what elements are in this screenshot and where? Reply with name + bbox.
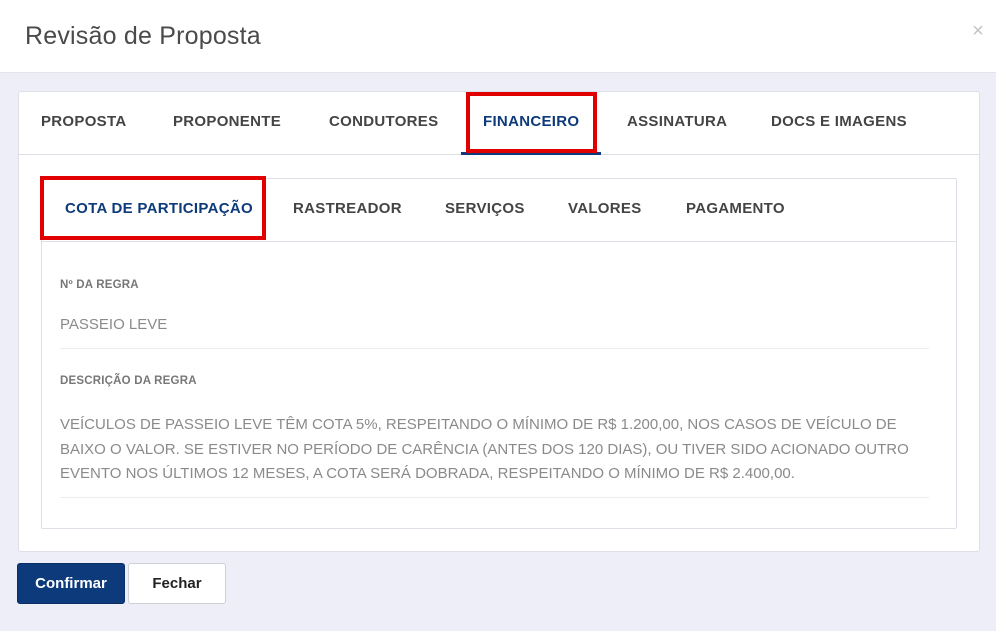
tab-label: COTA DE PARTICIPAÇÃO (65, 200, 253, 217)
modal-title: Revisão de Proposta (25, 22, 261, 50)
tab-label: PROPONENTE (173, 113, 282, 130)
tab-valores[interactable]: VALORES (568, 179, 642, 242)
tab-label: SERVIÇOS (445, 200, 525, 217)
modal-header: Revisão de Proposta × (0, 0, 996, 73)
tab-label: PROPOSTA (41, 113, 127, 130)
field-divider (60, 497, 929, 498)
tab-docs-e-imagens[interactable]: DOCS E IMAGENS (771, 92, 907, 155)
rule-number-value: PASSEIO LEVE (60, 316, 168, 333)
tab-assinatura[interactable]: ASSINATURA (627, 92, 727, 155)
field-divider (60, 348, 929, 349)
proposal-tabs-panel: PROPOSTA PROPONENTE CONDUTORES FINANCEIR… (18, 91, 980, 552)
outer-tab-bar: PROPOSTA PROPONENTE CONDUTORES FINANCEIR… (19, 92, 979, 155)
tab-condutores[interactable]: CONDUTORES (329, 92, 438, 155)
tab-label: VALORES (568, 200, 642, 217)
rule-description-value: VEÍCULOS DE PASSEIO LEVE TÊM COTA 5%, RE… (60, 416, 909, 482)
tab-label: DOCS E IMAGENS (771, 113, 907, 130)
tab-label: RASTREADOR (293, 200, 402, 217)
tab-proponente[interactable]: PROPONENTE (173, 92, 281, 155)
tab-label: PAGAMENTO (686, 200, 785, 217)
tab-rastreador[interactable]: RASTREADOR (293, 179, 402, 242)
tab-label: FINANCEIRO (483, 113, 580, 130)
tab-label: CONDUTORES (329, 113, 439, 130)
tab-pagamento[interactable]: PAGAMENTO (686, 179, 785, 242)
tab-servicos[interactable]: SERVIÇOS (445, 179, 525, 242)
tab-cota-de-participacao[interactable]: COTA DE PARTICIPAÇÃO (65, 179, 253, 242)
review-proposal-modal: Revisão de Proposta × PROPOSTA PROPONENT… (0, 0, 996, 631)
close-icon[interactable]: × (968, 20, 988, 42)
tab-financeiro[interactable]: FINANCEIRO (461, 92, 602, 155)
rule-description-label: DESCRIÇÃO DA REGRA (60, 375, 197, 387)
inner-tab-bar: COTA DE PARTICIPAÇÃO RASTREADOR SERVIÇOS… (42, 179, 956, 242)
rule-number-label: Nº DA REGRA (60, 279, 139, 291)
tab-label: ASSINATURA (627, 113, 728, 130)
financial-subtabs-panel: COTA DE PARTICIPAÇÃO RASTREADOR SERVIÇOS… (40, 176, 957, 529)
tab-proposta[interactable]: PROPOSTA (41, 92, 126, 155)
confirm-button[interactable]: Confirmar (17, 563, 125, 604)
close-button[interactable]: Fechar (128, 563, 226, 604)
active-tab-underline (461, 152, 602, 155)
